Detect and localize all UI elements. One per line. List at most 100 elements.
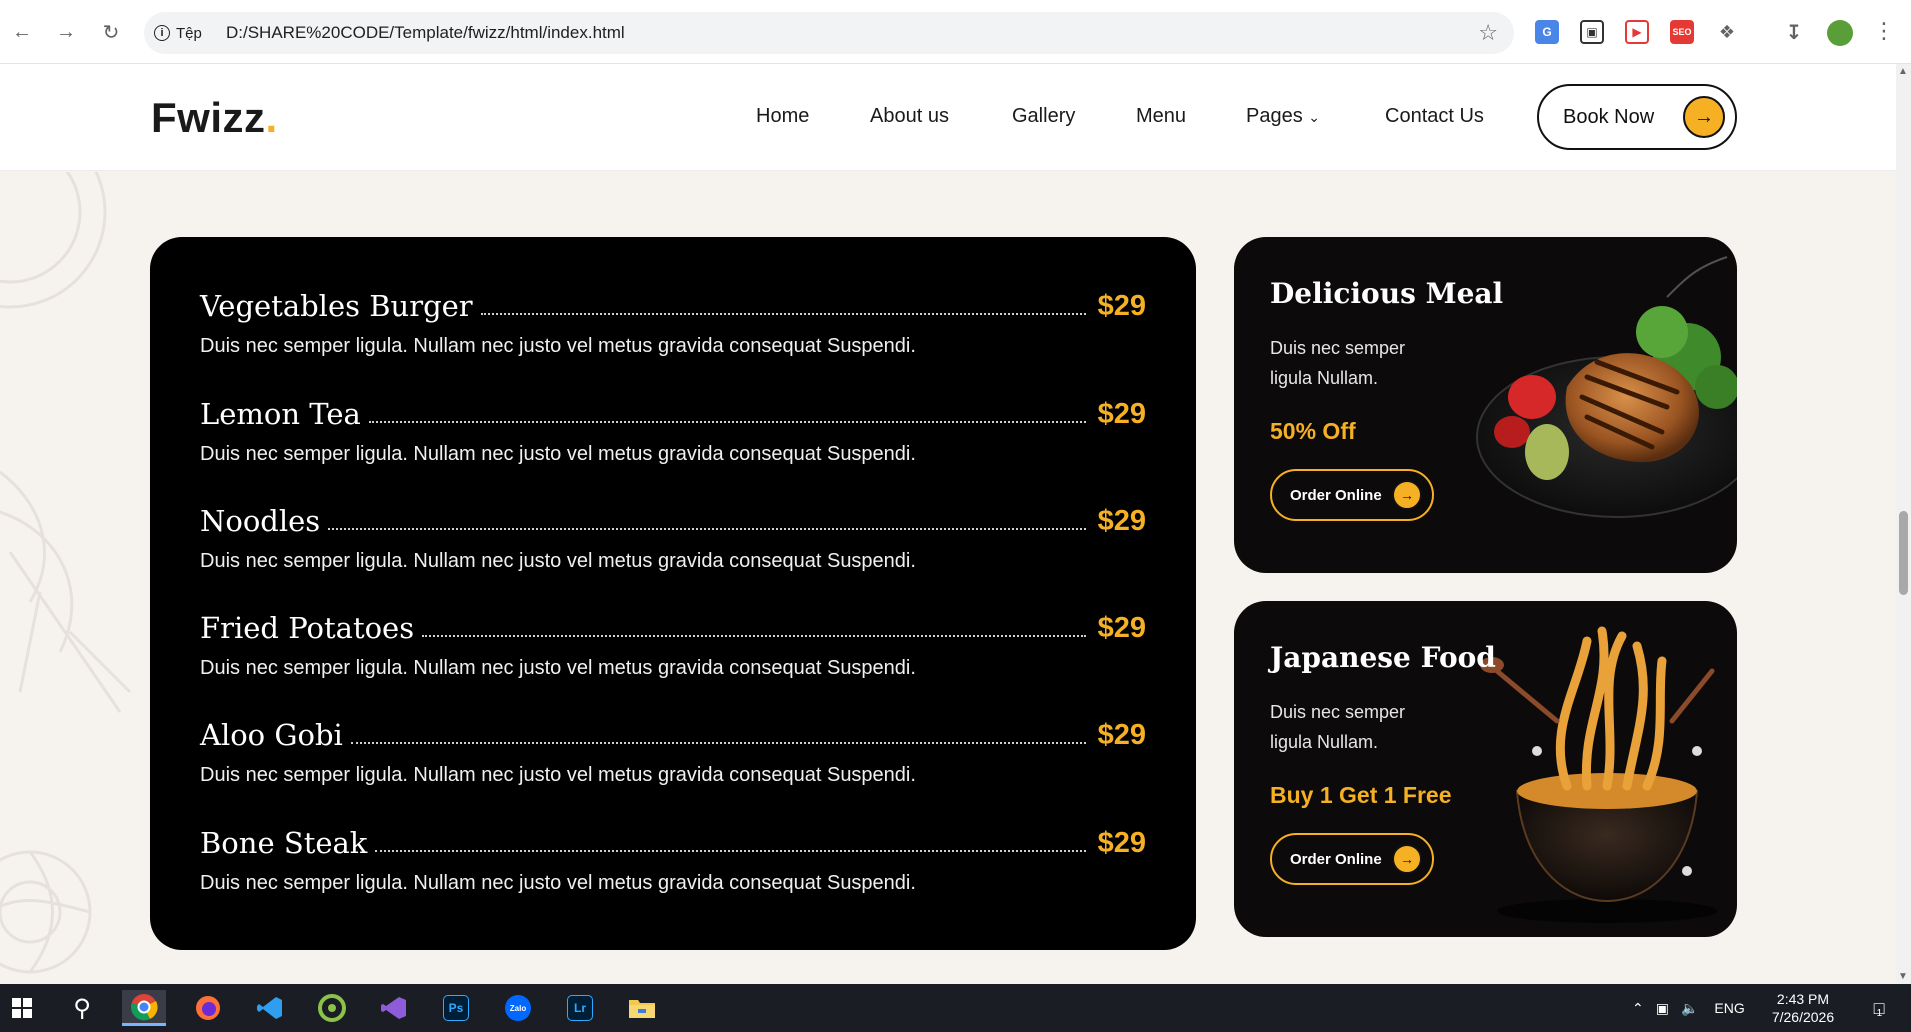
logo-dot: .	[265, 94, 278, 141]
notification-count: 1	[1876, 1007, 1883, 1019]
nav-about-us[interactable]: About us	[870, 105, 949, 128]
order-online-label: Order Online	[1290, 850, 1382, 868]
volume-icon[interactable]: 🔈	[1681, 1000, 1698, 1017]
book-now-button[interactable]: Book Now →	[1537, 84, 1737, 150]
zalo-label: Zalo	[505, 995, 531, 1021]
profile-avatar-icon[interactable]	[1827, 20, 1853, 46]
nav-gallery[interactable]: Gallery	[1012, 105, 1075, 128]
lightroom-icon[interactable]: Lr	[558, 990, 602, 1026]
menu-item-description: Duis nec semper ligula. Nullam nec justo…	[200, 764, 916, 786]
menu-item-name: Noodles	[200, 504, 321, 538]
menu-item[interactable]: Lemon Tea $29 Duis nec semper ligula. Nu…	[200, 391, 1146, 491]
arrow-right-icon: →	[1392, 480, 1422, 510]
arrow-right-icon: →	[1392, 844, 1422, 874]
browser-toolbar: ← → ↻ i Tệp D:/SHARE%20CODE/Template/fwi…	[0, 0, 1911, 64]
menu-item-price: $29	[1097, 827, 1146, 859]
menu-item-price: $29	[1097, 719, 1146, 751]
back-button[interactable]: ←	[8, 18, 36, 46]
nav-home[interactable]: Home	[756, 105, 809, 128]
browser-menu-icon[interactable]: ⋮	[1873, 18, 1895, 44]
forward-button[interactable]: →	[52, 18, 80, 46]
windows-start-icon[interactable]	[0, 990, 44, 1026]
arrow-right-icon: →	[1683, 96, 1725, 138]
promo-card-delicious-meal: Delicious Meal Duis nec semper ligula Nu…	[1234, 237, 1737, 573]
dotted-leader	[368, 421, 1086, 423]
menu-item[interactable]: Fried Potatoes $29 Duis nec semper ligul…	[200, 605, 1146, 705]
visual-studio-icon[interactable]	[372, 990, 416, 1026]
menu-item-name: Aloo Gobi	[200, 718, 343, 752]
menu-item-description: Duis nec semper ligula. Nullam nec justo…	[200, 443, 916, 465]
media-icon[interactable]: ▶	[1625, 20, 1649, 44]
menu-item[interactable]: Vegetables Burger $29 Duis nec semper li…	[200, 283, 1146, 383]
order-online-button[interactable]: Order Online →	[1270, 833, 1434, 885]
menu-item-description: Duis nec semper ligula. Nullam nec justo…	[200, 335, 916, 357]
network-icon[interactable]: ▣	[1656, 1000, 1669, 1017]
dotted-leader	[328, 528, 1086, 530]
decorative-line-art	[0, 172, 132, 974]
app-icon[interactable]	[310, 990, 354, 1026]
nav-pages[interactable]: Pages ⌄	[1246, 105, 1320, 128]
language-indicator[interactable]: ENG	[1714, 1000, 1744, 1016]
scroll-up-icon[interactable]: ▲	[1898, 66, 1908, 77]
arrow-left-icon: ←	[12, 20, 32, 43]
image-icon[interactable]: ▣	[1580, 20, 1604, 44]
menu-item[interactable]: Noodles $29 Duis nec semper ligula. Null…	[200, 498, 1146, 598]
promo-offer: Buy 1 Get 1 Free	[1270, 782, 1452, 808]
zalo-icon[interactable]: Zalo	[496, 990, 540, 1026]
star-icon[interactable]: ☆	[1478, 20, 1498, 46]
nav-contact-us[interactable]: Contact Us	[1385, 105, 1484, 128]
url-text[interactable]: D:/SHARE%20CODE/Template/fwizz/html/inde…	[226, 23, 625, 43]
book-now-label: Book Now	[1563, 105, 1655, 128]
photoshop-icon[interactable]: Ps	[434, 990, 478, 1026]
arrow-right-icon: →	[56, 20, 76, 43]
menu-item-price: $29	[1097, 612, 1146, 644]
menu-item-name: Bone Steak	[200, 826, 368, 860]
nav-menu[interactable]: Menu	[1136, 105, 1186, 128]
info-icon: i	[154, 25, 170, 41]
clock-time: 2:43 PM	[1776, 991, 1830, 1007]
site-info-label: Tệp	[176, 24, 202, 42]
search-icon[interactable]: ⚲	[60, 990, 104, 1026]
menu-item[interactable]: Aloo Gobi $29 Duis nec semper ligula. Nu…	[200, 712, 1146, 812]
puzzle-icon[interactable]: ❖	[1715, 20, 1739, 44]
site-header: Fwizz. Home About us Gallery Menu Pages …	[0, 64, 1896, 171]
site-logo[interactable]: Fwizz.	[151, 94, 278, 142]
address-bar[interactable]: i Tệp D:/SHARE%20CODE/Template/fwizz/htm…	[144, 12, 1514, 54]
promo-card-japanese-food: Japanese Food Duis nec semper ligula Nul…	[1234, 601, 1737, 937]
firefox-icon[interactable]	[186, 990, 230, 1026]
order-online-button[interactable]: Order Online →	[1270, 469, 1434, 521]
lightroom-label: Lr	[567, 995, 593, 1021]
menu-item-description: Duis nec semper ligula. Nullam nec justo…	[200, 872, 916, 894]
dotted-leader	[422, 635, 1086, 637]
scrollbar-thumb[interactable]	[1899, 511, 1908, 595]
promo-description: Duis nec semper ligula Nullam.	[1270, 338, 1406, 388]
clock-date: 7/26/2026	[1771, 1009, 1835, 1025]
system-clock[interactable]: 2:43 PM 7/26/2026	[1760, 990, 1846, 1026]
nav-pages-label: Pages	[1246, 105, 1303, 127]
scroll-down-icon[interactable]: ▼	[1898, 971, 1908, 982]
dotted-leader	[375, 850, 1086, 852]
chrome-icon[interactable]	[122, 990, 166, 1026]
reload-icon: ↻	[102, 21, 120, 44]
menu-item-name: Fried Potatoes	[200, 611, 415, 645]
menu-item-price: $29	[1097, 505, 1146, 537]
system-tray: ⌃ ▣ 🔈 ENG	[1632, 984, 1745, 1032]
menu-item-description: Duis nec semper ligula. Nullam nec justo…	[200, 657, 916, 679]
order-online-label: Order Online	[1290, 486, 1382, 504]
notification-icon[interactable]: □ 1	[1856, 990, 1900, 1026]
menu-item-name: Lemon Tea	[200, 397, 361, 431]
vscode-icon[interactable]	[248, 990, 292, 1026]
reload-button[interactable]: ↻	[97, 18, 125, 46]
file-explorer-icon[interactable]	[620, 990, 664, 1026]
chevron-down-icon: ⌄	[1308, 109, 1321, 125]
chevron-up-icon[interactable]: ⌃	[1632, 1000, 1644, 1017]
page-scrollbar[interactable]: ▲ ▼	[1896, 64, 1911, 984]
seo-icon[interactable]: SEO	[1670, 20, 1694, 44]
promo-title: Japanese Food	[1270, 641, 1496, 674]
menu-list-card: Vegetables Burger $29 Duis nec semper li…	[150, 237, 1196, 950]
menu-item[interactable]: Bone Steak $29 Duis nec semper ligula. N…	[200, 820, 1146, 920]
windows-taskbar: ⚲ Ps Zalo Lr ⌃ ▣ 🔈 ENG 2:43 PM 7/26/2026…	[0, 984, 1911, 1032]
site-info-chip[interactable]: i Tệp	[154, 20, 202, 46]
download-icon[interactable]: ↧	[1782, 20, 1806, 44]
google-translate-icon[interactable]: G	[1535, 20, 1559, 44]
